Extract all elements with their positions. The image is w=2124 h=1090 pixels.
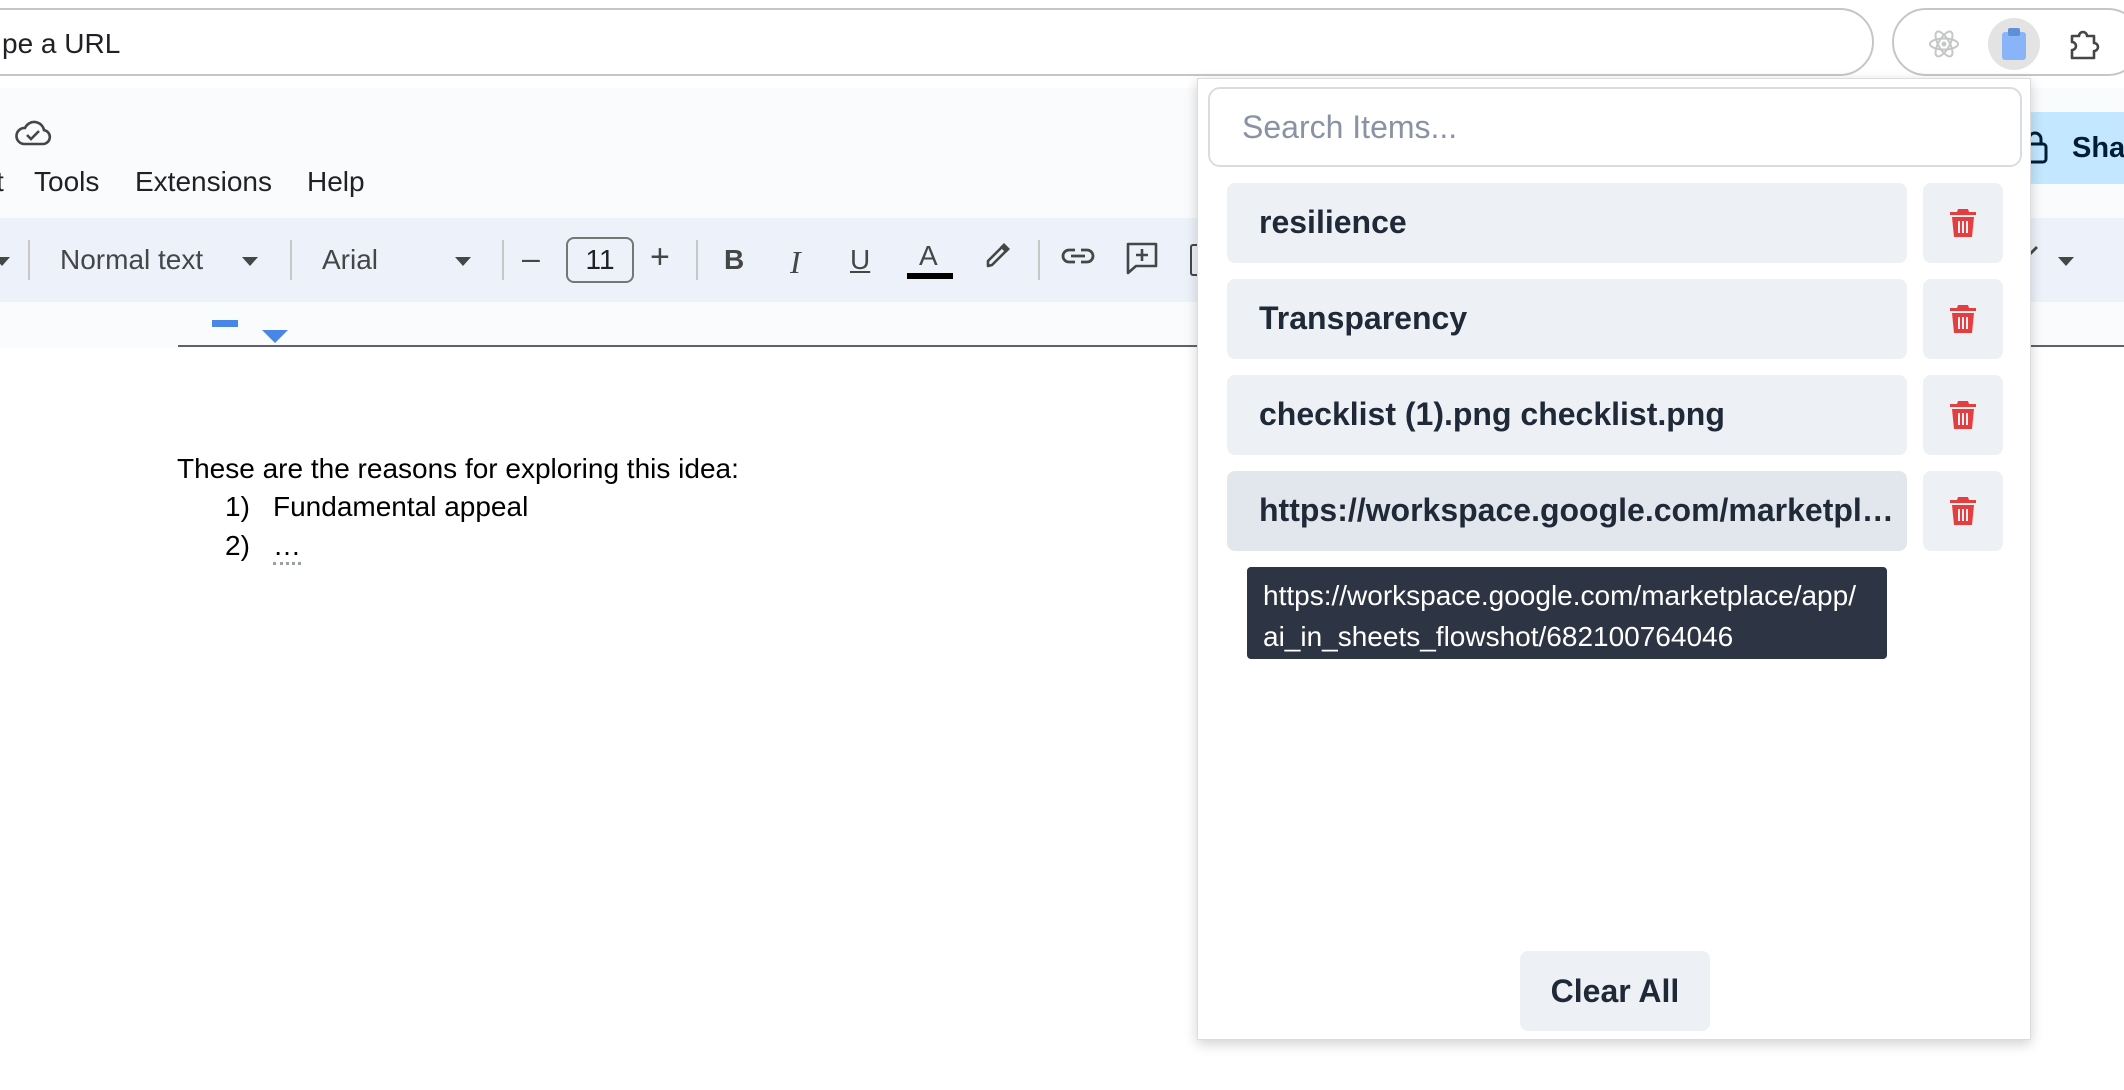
list-item-number: 2)	[225, 530, 250, 561]
bold-button[interactable]: B	[724, 244, 744, 276]
browser-toolbar: pe a URL	[0, 0, 2124, 88]
extensions-group	[1892, 8, 2124, 76]
address-bar-text[interactable]: pe a URL	[2, 28, 120, 60]
menu-tools[interactable]: Tools	[34, 166, 99, 198]
trash-icon	[1950, 305, 1976, 333]
clipboard-popup: resilience Transparency checklist (1).pn…	[1197, 78, 2031, 1040]
style-dropdown-label: Normal text	[60, 244, 204, 275]
chevron-down-icon	[455, 244, 471, 276]
text-color-swatch	[907, 273, 953, 279]
font-dropdown-label: Arial	[322, 244, 379, 275]
text-color-icon: A	[919, 240, 938, 271]
search-input[interactable]	[1210, 89, 2020, 165]
trash-icon	[1950, 209, 1976, 237]
underline-button[interactable]: U	[850, 244, 870, 276]
trash-icon	[1950, 401, 1976, 429]
doc-paragraph[interactable]: These are the reasons for exploring this…	[177, 453, 739, 485]
menu-format-partial[interactable]: t	[0, 166, 4, 198]
delete-button[interactable]	[1923, 471, 2003, 551]
clip-item-text: https://workspace.google.com/marketplace…	[1259, 492, 1895, 528]
cloud-saved-icon[interactable]	[14, 118, 52, 148]
clipboard-extension-icon[interactable]	[1988, 18, 2040, 70]
address-bar[interactable]: pe a URL	[0, 8, 1874, 76]
delete-button[interactable]	[1923, 375, 2003, 455]
decrease-font-size-button[interactable]: –	[522, 240, 540, 277]
extensions-puzzle-icon[interactable]	[2058, 18, 2110, 70]
clip-item[interactable]: https://workspace.google.com/marketplace…	[1227, 471, 1907, 551]
share-label: Shar	[2072, 132, 2124, 164]
toolbar-divider	[28, 240, 30, 280]
increase-font-size-button[interactable]: +	[650, 238, 670, 277]
list-item-text[interactable]: Fundamental appeal	[273, 491, 528, 523]
left-indent-marker[interactable]	[262, 330, 288, 343]
menu-extensions[interactable]: Extensions	[135, 166, 272, 198]
menu-help[interactable]: Help	[307, 166, 365, 198]
first-line-indent-marker[interactable]	[212, 320, 238, 327]
clip-item-text: Transparency	[1259, 300, 1468, 336]
add-comment-icon[interactable]	[1124, 240, 1160, 281]
toolbar-divider	[696, 240, 698, 280]
list-item-number: 1)	[225, 491, 250, 522]
clip-item[interactable]: resilience	[1227, 183, 1907, 263]
chevron-down-icon	[242, 244, 258, 276]
clip-item-text: checklist (1).png checklist.png	[1259, 396, 1725, 432]
search-box[interactable]	[1208, 87, 2022, 167]
trash-icon	[1950, 497, 1976, 525]
clip-item[interactable]: checklist (1).png checklist.png	[1227, 375, 1907, 455]
clear-all-button[interactable]: Clear All	[1520, 951, 1710, 1031]
tooltip: https://workspace.google.com/marketplace…	[1247, 567, 1887, 659]
tooltip-text: https://workspace.google.com/marketplace…	[1263, 580, 1856, 652]
clear-all-label: Clear All	[1550, 973, 1680, 1009]
toolbar-dropdown-caret-partial[interactable]	[0, 244, 10, 276]
chevron-down-icon[interactable]	[2058, 244, 2074, 276]
list-item-text[interactable]: …	[273, 530, 301, 565]
react-devtools-icon[interactable]	[1918, 18, 1970, 70]
italic-button[interactable]: I	[790, 244, 801, 281]
clip-item-text: resilience	[1259, 204, 1407, 240]
toolbar-divider	[1038, 240, 1040, 280]
clip-item[interactable]: Transparency	[1227, 279, 1907, 359]
font-size-input[interactable]: 11	[566, 237, 634, 283]
delete-button[interactable]	[1923, 279, 2003, 359]
insert-link-icon[interactable]	[1060, 244, 1096, 273]
delete-button[interactable]	[1923, 183, 2003, 263]
highlight-pen-icon[interactable]	[982, 240, 1014, 277]
toolbar-divider	[502, 240, 504, 280]
toolbar-divider	[290, 240, 292, 280]
